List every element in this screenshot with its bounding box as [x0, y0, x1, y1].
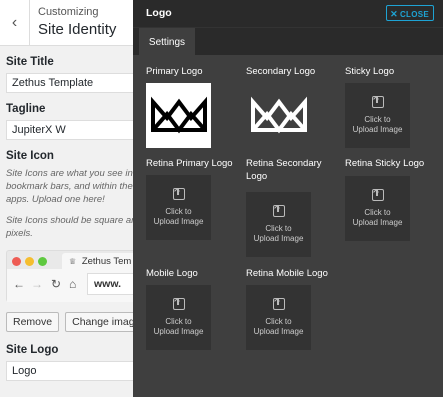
mobile-logo-upload[interactable]: Click to Upload Image — [146, 285, 211, 350]
retina-sticky-logo-upload[interactable]: Click to Upload Image — [345, 176, 410, 241]
upload-text: Click to Upload Image — [352, 208, 403, 227]
mobile-logo-label: Mobile Logo — [146, 268, 198, 279]
minimize-dot-icon — [25, 257, 34, 266]
tagline-label: Tagline — [6, 103, 46, 115]
section-title: Site Identity — [38, 21, 117, 38]
maximize-dot-icon — [38, 257, 47, 266]
crown-icon — [250, 96, 307, 133]
change-image-button[interactable]: Change image — [65, 312, 143, 332]
upload-text: Click to Upload Image — [153, 207, 204, 226]
customizer-panel: ‹ Customizing Site Identity Site Title Z… — [0, 0, 143, 397]
site-logo-select[interactable]: Logo — [6, 361, 143, 381]
browser-tab: ♕ Zethus Tem — [62, 253, 143, 269]
tagline-input[interactable]: JupiterX W — [6, 120, 143, 140]
tab-settings[interactable]: Settings — [139, 28, 195, 56]
crown-icon — [150, 96, 207, 133]
logo-modal: Logo ✕ CLOSE Settings Primary Logo Second… — [133, 0, 443, 397]
site-title-label: Site Title — [6, 56, 54, 68]
modal-title: Logo — [146, 7, 172, 19]
upload-text: Click to Upload Image — [253, 317, 304, 336]
arrow-right-icon: → — [31, 277, 43, 291]
retina-secondary-logo-label: Retina Secondary Logo — [246, 158, 322, 182]
primary-logo-label: Primary Logo — [146, 66, 203, 77]
upload-text: Click to Upload Image — [352, 115, 403, 134]
retina-mobile-logo-upload[interactable]: Click to Upload Image — [246, 285, 311, 350]
close-icon: ✕ — [390, 9, 398, 19]
refresh-icon: ↻ — [51, 277, 62, 291]
upload-icon — [172, 188, 185, 200]
site-title-input[interactable]: Zethus Template — [6, 73, 143, 93]
crown-icon: ♕ — [69, 257, 77, 266]
retina-primary-logo-label: Retina Primary Logo — [146, 158, 233, 169]
close-label: CLOSE — [399, 10, 429, 19]
sticky-logo-upload[interactable]: Click to Upload Image — [345, 83, 410, 148]
customizer-header: ‹ Customizing Site Identity — [0, 0, 143, 46]
retina-secondary-logo-upload[interactable]: Click to Upload Image — [246, 192, 311, 257]
secondary-logo-label: Secondary Logo — [246, 66, 316, 77]
site-icon-preview: ♕ Zethus Tem ← → ↻ ⌂ www. — [6, 250, 143, 302]
modal-header: Logo ✕ CLOSE — [133, 0, 443, 27]
site-logo-label: Site Logo — [6, 344, 59, 356]
upload-icon — [272, 298, 285, 310]
primary-logo-image[interactable] — [146, 83, 211, 148]
close-dot-icon — [12, 257, 21, 266]
site-icon-description: Site Icons are what you see in b bookmar… — [6, 168, 143, 205]
site-icon-size-note: Site Icons should be square an × 512 pix… — [6, 215, 143, 239]
upload-text: Click to Upload Image — [153, 317, 204, 336]
customizing-subtitle: Customizing — [38, 6, 99, 18]
retina-sticky-logo-label: Retina Sticky Logo — [345, 158, 425, 169]
back-button[interactable]: ‹ — [0, 0, 30, 46]
retina-primary-logo-upload[interactable]: Click to Upload Image — [146, 175, 211, 240]
chevron-left-icon: ‹ — [11, 14, 18, 31]
site-icon-label: Site Icon — [6, 150, 54, 162]
upload-icon — [371, 96, 384, 108]
modal-tabs: Settings — [133, 27, 443, 56]
upload-icon — [272, 205, 285, 217]
sticky-logo-label: Sticky Logo — [345, 66, 395, 77]
upload-icon — [371, 189, 384, 201]
remove-button[interactable]: Remove — [6, 312, 60, 332]
upload-text: Click to Upload Image — [253, 224, 304, 243]
close-button[interactable]: ✕ CLOSE — [386, 5, 434, 21]
secondary-logo-image[interactable] — [246, 83, 311, 148]
arrow-left-icon: ← — [13, 277, 25, 291]
upload-icon — [172, 298, 185, 310]
browser-nav: ← → ↻ ⌂ www. — [7, 269, 143, 302]
browser-tab-title: Zethus Tem — [81, 256, 132, 267]
retina-mobile-logo-label: Retina Mobile Logo — [246, 268, 328, 279]
home-icon: ⌂ — [69, 277, 77, 291]
